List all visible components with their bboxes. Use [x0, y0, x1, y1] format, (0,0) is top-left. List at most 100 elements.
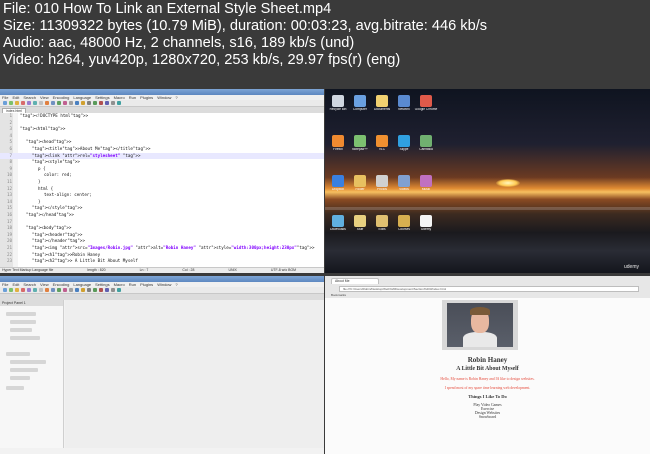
- code-line[interactable]: 4: [0, 133, 324, 140]
- toolbar-button-icon[interactable]: [3, 288, 7, 292]
- toolbar-button-icon[interactable]: [75, 101, 79, 105]
- desktop-icon[interactable]: Skype: [395, 135, 413, 157]
- toolbar-button-icon[interactable]: [27, 101, 31, 105]
- toolbar-button-icon[interactable]: [51, 288, 55, 292]
- code-line[interactable]: 13 text-align: center;: [0, 192, 324, 199]
- code-line[interactable]: 10 color: red;: [0, 172, 324, 179]
- code-line[interactable]: 1 "tag"><!DOCTYPE html"tag">>: [0, 113, 324, 120]
- desktop-icon[interactable]: Computer: [351, 95, 369, 117]
- toolbar-button-icon[interactable]: [33, 101, 37, 105]
- toolbar-button-icon[interactable]: [9, 101, 13, 105]
- toolbar-button-icon[interactable]: [39, 101, 43, 105]
- toolbar-button-icon[interactable]: [105, 288, 109, 292]
- editor-pane-empty[interactable]: [65, 300, 324, 448]
- toolbar-button-icon[interactable]: [63, 288, 67, 292]
- code-line[interactable]: 15 "tag"></style"tag">>: [0, 205, 324, 212]
- bookmarks-bar[interactable]: Bookmarks: [331, 293, 346, 297]
- toolbar-button-icon[interactable]: [117, 288, 121, 292]
- toolbar-button-icon[interactable]: [27, 288, 31, 292]
- toolbar-button-icon[interactable]: [45, 101, 49, 105]
- toolbar-button-icon[interactable]: [111, 101, 115, 105]
- code-line[interactable]: 17: [0, 219, 324, 226]
- toolbar-button-icon[interactable]: [3, 101, 7, 105]
- tree-item[interactable]: [6, 312, 36, 316]
- toolbar-button-icon[interactable]: [57, 288, 61, 292]
- toolbar-button-icon[interactable]: [99, 101, 103, 105]
- desktop-icon[interactable]: Courses: [395, 215, 413, 237]
- tree-item[interactable]: [10, 368, 38, 372]
- toolbar-button-icon[interactable]: [69, 101, 73, 105]
- desktop-icon[interactable]: Photos: [373, 175, 391, 197]
- code-line[interactable]: 7 "tag"><link "attr">rel="stylesheet" "ta…: [0, 152, 324, 160]
- toolbar-button-icon[interactable]: [93, 288, 97, 292]
- toolbar-button-icon[interactable]: [15, 101, 19, 105]
- code-line[interactable]: 9 p {: [0, 166, 324, 173]
- code-line[interactable]: 18 "tag"><body"tag">>: [0, 225, 324, 232]
- desktop-icon[interactable]: VLC: [373, 135, 391, 157]
- code-line[interactable]: 21 "tag"><img "attr">src="Images/Robin.jp…: [0, 245, 324, 252]
- code-line[interactable]: 2: [0, 120, 324, 127]
- desktop-icon[interactable]: Udemy: [417, 215, 435, 237]
- code-line[interactable]: 8 "tag"><style"tag">>: [0, 159, 324, 166]
- code-line[interactable]: 19 "tag"><header"tag">>: [0, 232, 324, 239]
- desktop-icon[interactable]: Camtasia: [417, 135, 435, 157]
- desktop-icon[interactable]: Network: [395, 95, 413, 117]
- code-line[interactable]: 16 "tag"></head"tag">>: [0, 212, 324, 219]
- toolbar-button-icon[interactable]: [81, 101, 85, 105]
- desktop-icon[interactable]: Documents: [373, 95, 391, 117]
- code-line[interactable]: 6 "tag"><title"tag">>About Me"tag"></titl…: [0, 146, 324, 153]
- desktop-icon[interactable]: Notepad++: [351, 135, 369, 157]
- tree-item[interactable]: [10, 328, 32, 332]
- code-line[interactable]: 23 "tag"><h2"tag">> A Little Bit About My…: [0, 258, 324, 265]
- desktop-icon[interactable]: Videos: [395, 175, 413, 197]
- toolbar-button-icon[interactable]: [33, 288, 37, 292]
- toolbar-button-icon[interactable]: [9, 288, 13, 292]
- app-icon: [332, 95, 344, 107]
- code-line[interactable]: 20 "tag"></header"tag">>: [0, 238, 324, 245]
- toolbar-button-icon[interactable]: [105, 101, 109, 105]
- code-line[interactable]: 14}: [0, 199, 324, 206]
- desktop-icon-label: Courses: [398, 228, 410, 231]
- toolbar-button-icon[interactable]: [51, 101, 55, 105]
- tree-item[interactable]: [10, 336, 40, 340]
- desktop-icon[interactable]: Google Chrome: [415, 95, 437, 117]
- toolbar-button-icon[interactable]: [21, 288, 25, 292]
- toolbar-button-icon[interactable]: [21, 101, 25, 105]
- browser-tab[interactable]: About Me: [331, 278, 379, 284]
- toolbar-button-icon[interactable]: [39, 288, 43, 292]
- toolbar-button-icon[interactable]: [45, 288, 49, 292]
- toolbar-button-icon[interactable]: [117, 101, 121, 105]
- toolbar-button-icon[interactable]: [99, 288, 103, 292]
- desktop-icon[interactable]: Stuff: [351, 215, 369, 237]
- toolbar-button-icon[interactable]: [57, 101, 61, 105]
- desktop-icon[interactable]: Edits: [373, 215, 391, 237]
- desktop-icon[interactable]: Firefox: [329, 135, 347, 157]
- tree-item[interactable]: [6, 352, 30, 356]
- toolbar-button-icon[interactable]: [111, 288, 115, 292]
- desktop-icon[interactable]: Dropbox: [329, 175, 347, 197]
- tree-item[interactable]: [10, 360, 46, 364]
- toolbar-button-icon[interactable]: [69, 288, 73, 292]
- toolbar-button-icon[interactable]: [93, 101, 97, 105]
- line-number: 3: [9, 126, 12, 132]
- toolbar-button-icon[interactable]: [75, 288, 79, 292]
- toolbar-button-icon[interactable]: [15, 288, 19, 292]
- code-line[interactable]: 3 "tag"><html"tag">>: [0, 126, 324, 133]
- desktop-icon[interactable]: Recycle Bin: [329, 95, 347, 117]
- code-line[interactable]: 12 html {: [0, 186, 324, 193]
- tree-item[interactable]: [10, 376, 30, 380]
- tree-item[interactable]: [10, 320, 36, 324]
- toolbar-button-icon[interactable]: [87, 101, 91, 105]
- desktop-icon[interactable]: Downloads: [329, 215, 347, 237]
- code-editor[interactable]: 1 "tag"><!DOCTYPE html"tag">> 2 3 "tag"><htm…: [0, 113, 324, 267]
- code-line[interactable]: 22 "tag"><h1"tag">>Robin Haney: [0, 252, 324, 259]
- address-bar[interactable]: file:///C:/Users/Robin/Desktop/Web%20Dev…: [339, 286, 639, 292]
- desktop-icon[interactable]: Music: [417, 175, 435, 197]
- code-line[interactable]: 11}: [0, 179, 324, 186]
- code-line[interactable]: 5 "tag"><head"tag">>: [0, 139, 324, 146]
- toolbar-button-icon[interactable]: [81, 288, 85, 292]
- desktop-icon[interactable]: Folder: [351, 175, 369, 197]
- toolbar-button-icon[interactable]: [63, 101, 67, 105]
- tree-item[interactable]: [6, 386, 24, 390]
- toolbar-button-icon[interactable]: [87, 288, 91, 292]
